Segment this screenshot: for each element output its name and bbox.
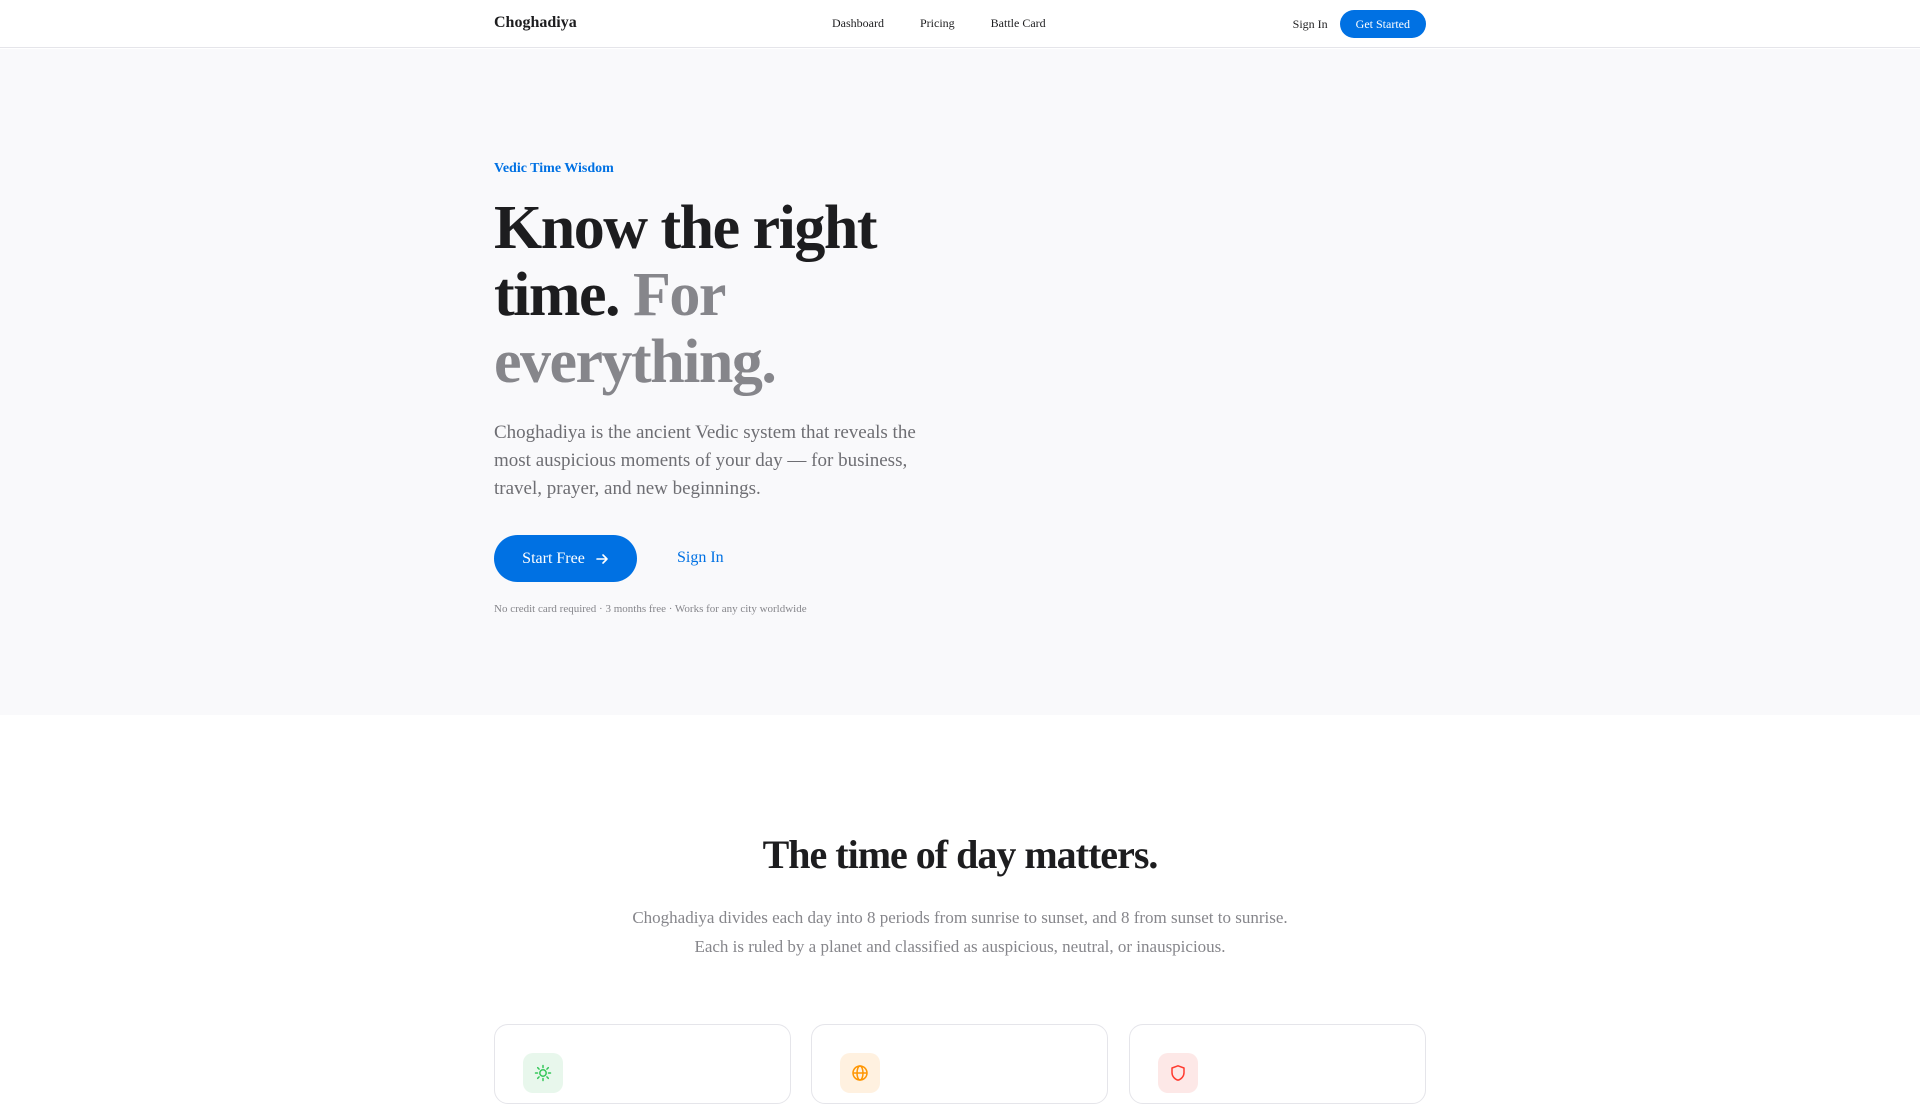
- card-icon-badge: [523, 1053, 563, 1093]
- feature-card-neutral: [811, 1024, 1108, 1104]
- feature-card-inauspicious: [1129, 1024, 1426, 1104]
- nav-links: Dashboard Pricing Battle Card: [832, 16, 1082, 31]
- card-icon-badge: [1158, 1053, 1198, 1093]
- globe-icon: [852, 1065, 868, 1081]
- nav-link-battle-card[interactable]: Battle Card: [991, 16, 1046, 31]
- shield-icon: [1171, 1065, 1185, 1081]
- feature-card-auspicious: [494, 1024, 791, 1104]
- hero-eyebrow: Vedic Time Wisdom: [494, 161, 614, 176]
- time-section: The time of day matters. Choghadiya divi…: [0, 715, 1920, 1104]
- start-free-label: Start Free: [522, 549, 585, 567]
- section-title: The time of day matters.: [762, 832, 1159, 877]
- arrow-right-icon: [596, 553, 608, 564]
- get-started-button[interactable]: Get Started: [1339, 10, 1426, 38]
- nav-actions: Sign In Get Started: [1293, 10, 1426, 38]
- top-nav: Choghadiya Dashboard Pricing Battle Card…: [0, 0, 1920, 48]
- brand-logo[interactable]: Choghadiya: [494, 14, 577, 32]
- sun-icon: [534, 1064, 552, 1082]
- nav-signin-link[interactable]: Sign In: [1293, 17, 1328, 32]
- section-subtitle: Choghadiya divides each day into 8 perio…: [632, 908, 1288, 956]
- start-free-button[interactable]: Start Free: [494, 535, 637, 582]
- hero-section: Vedic Time Wisdom Know the right time. F…: [0, 49, 1920, 715]
- hero-signin-link[interactable]: Sign In: [677, 549, 724, 567]
- hero-fineprint: No credit card required · 3 months free …: [494, 603, 807, 615]
- nav-link-pricing[interactable]: Pricing: [920, 16, 955, 31]
- nav-container: Choghadiya Dashboard Pricing Battle Card…: [494, 0, 1426, 48]
- card-icon-badge: [840, 1053, 880, 1093]
- hero-description: Choghadiya is the ancient Vedic system t…: [494, 422, 916, 499]
- nav-link-dashboard[interactable]: Dashboard: [832, 16, 884, 31]
- hero-headline: Know the right time. For everything.: [494, 195, 964, 396]
